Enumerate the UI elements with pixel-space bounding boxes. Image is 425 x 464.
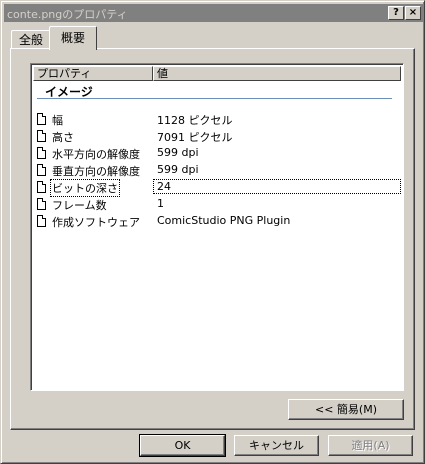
properties-dialog: conte.pngのプロパティ ? × 全般 概要 プロパティ 値 イメージ 幅… [0,0,425,464]
property-name: 高さ [52,131,74,144]
list-item[interactable]: フレーム数 1 [35,196,401,213]
document-icon [37,113,46,125]
property-name: 作成ソフトウェア [52,216,140,229]
property-value: 599 dpi [157,146,199,159]
ok-button[interactable]: OK [139,434,226,457]
document-icon [37,181,46,193]
cancel-button[interactable]: キャンセル [234,435,319,456]
property-name: 垂直方向の解像度 [52,165,140,178]
tab-general[interactable]: 全般 [11,30,51,50]
focus-rectangle [153,179,401,194]
list-item[interactable]: 垂直方向の解像度 599 dpi [35,162,401,179]
property-list[interactable]: プロパティ 値 イメージ 幅 1128 ピクセル 高さ 7091 ピクセル 水平… [30,63,404,391]
property-name: 幅 [52,114,63,127]
list-item[interactable]: 作成ソフトウェア ComicStudio PNG Plugin [35,213,401,230]
property-value: 1128 ピクセル [157,114,233,127]
apply-button[interactable]: 適用(A) [328,435,413,456]
property-value: 7091 ピクセル [157,131,233,144]
close-button[interactable]: × [405,6,421,20]
list-item[interactable]: 幅 1128 ピクセル [35,111,401,128]
property-value: 24 [157,180,171,193]
document-icon [37,198,46,210]
title-bar[interactable]: conte.pngのプロパティ ? × [4,4,423,22]
property-name: 水平方向の解像度 [52,148,140,161]
list-item-selected[interactable]: ビットの深さ 24 [35,179,401,197]
document-icon [37,164,46,176]
window-title: conte.pngのプロパティ [7,8,128,21]
group-divider [37,98,392,99]
document-icon [37,147,46,159]
list-item[interactable]: 水平方向の解像度 599 dpi [35,145,401,162]
column-header-value[interactable]: 値 [153,66,401,81]
simple-view-button[interactable]: << 簡易(M) [288,399,404,420]
document-icon [37,215,46,227]
property-rows: 幅 1128 ピクセル 高さ 7091 ピクセル 水平方向の解像度 599 dp… [35,111,401,230]
tab-summary[interactable]: 概要 [49,26,97,50]
help-button[interactable]: ? [388,6,404,20]
property-value: 599 dpi [157,163,199,176]
column-header-property[interactable]: プロパティ [33,66,153,81]
list-item[interactable]: 高さ 7091 ピクセル [35,128,401,145]
document-icon [37,130,46,142]
property-name: ビットの深さ [50,179,120,197]
list-header: プロパティ 値 [33,66,401,81]
property-name: フレーム数 [52,199,107,212]
property-value: 1 [157,197,164,210]
property-value: ComicStudio PNG Plugin [157,214,291,227]
